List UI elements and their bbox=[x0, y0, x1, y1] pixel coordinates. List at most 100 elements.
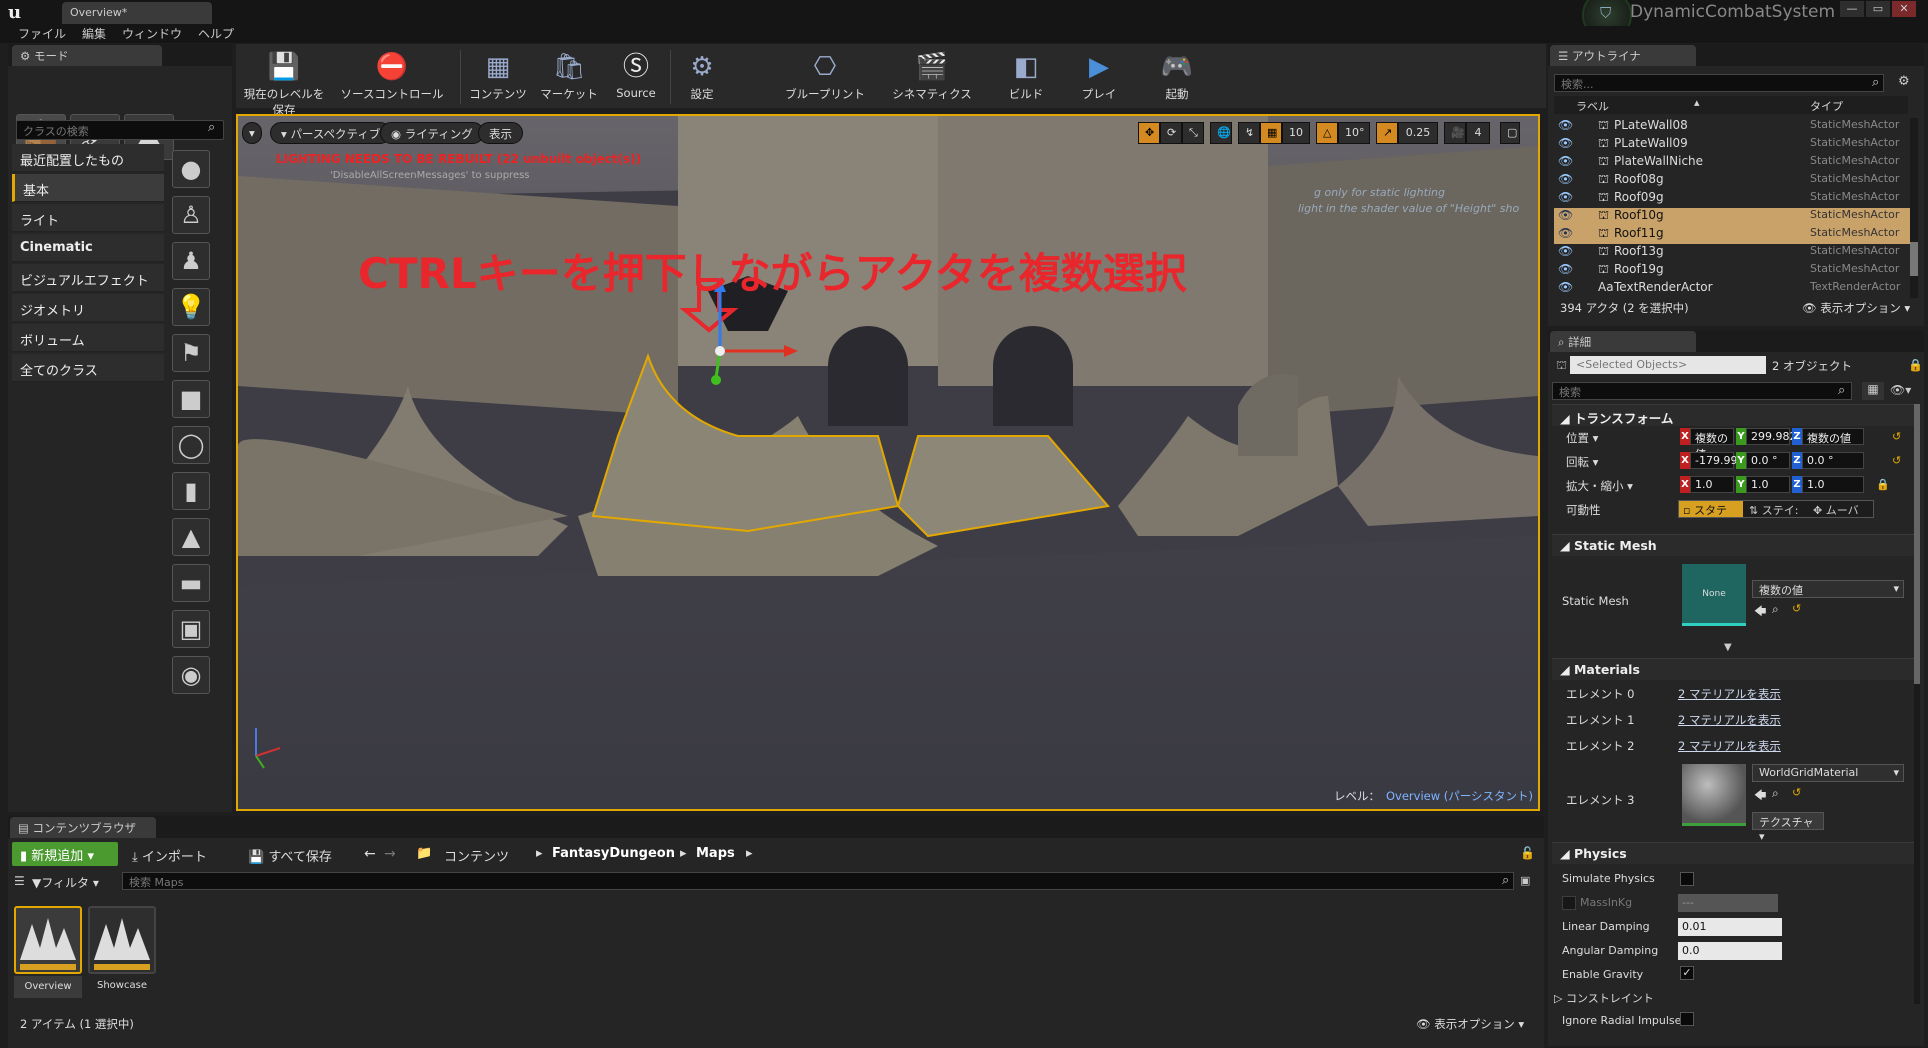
save-all-button[interactable]: 💾 すべて保存 bbox=[248, 846, 332, 865]
outliner-view-options[interactable]: 👁 表示オプション ▾ bbox=[1802, 300, 1910, 316]
blueprints-button[interactable]: ⎔ ブループリント bbox=[776, 50, 874, 106]
outliner-row[interactable]: 👁 ⛫ Roof19g StaticMeshActor bbox=[1554, 262, 1910, 280]
location-z[interactable]: 複数の値 bbox=[1802, 428, 1864, 445]
category-recent[interactable]: 最近配置したもの bbox=[12, 144, 164, 172]
location-label[interactable]: 位置 ▾ bbox=[1566, 430, 1598, 446]
category-geometry[interactable]: ジオメトリ bbox=[12, 294, 164, 322]
outliner-row-selected[interactable]: 👁 ⛫ Roof10g StaticMeshActor bbox=[1554, 208, 1910, 226]
mobility-stationary[interactable]: ⇅ ステイ: bbox=[1745, 501, 1807, 517]
breadcrumb-content[interactable]: コンテンツ bbox=[444, 846, 509, 865]
level-viewport[interactable]: ▾ ▾ パースペクティブ ◉ ライティング 表示 LIGHTING NEEDS … bbox=[236, 114, 1540, 811]
category-all-classes[interactable]: 全てのクラス bbox=[12, 354, 164, 382]
asset-overview-label[interactable]: Overview bbox=[14, 976, 82, 998]
gizmo-y-handle[interactable] bbox=[711, 375, 721, 385]
document-tab[interactable]: Overview* bbox=[62, 2, 212, 24]
translate-tool-icon[interactable]: ✥ bbox=[1138, 122, 1160, 144]
plane-icon[interactable]: ▬ bbox=[172, 564, 210, 602]
rotation-snap-value[interactable]: 10° bbox=[1338, 122, 1370, 144]
save-search-icon[interactable]: ▣ bbox=[1520, 874, 1530, 887]
column-label[interactable]: ラベル bbox=[1576, 98, 1609, 114]
asset-showcase-label[interactable]: Showcase bbox=[88, 980, 156, 991]
use-selected-icon[interactable]: 🡄 bbox=[1754, 602, 1766, 623]
empty-character-icon[interactable]: ♙ bbox=[172, 196, 210, 234]
surface-snap-icon[interactable]: ↯ bbox=[1238, 122, 1260, 144]
eye-icon[interactable]: 👁 bbox=[1558, 262, 1573, 276]
outliner-row[interactable]: 👁 ⛫ Roof08g StaticMeshActor bbox=[1554, 172, 1910, 190]
box-trigger-icon[interactable]: ▣ bbox=[172, 610, 210, 648]
back-arrow-icon[interactable]: ← bbox=[364, 846, 376, 862]
tab-outliner[interactable]: ☰ アウトライナ bbox=[1550, 45, 1696, 66]
lighting-button[interactable]: ◉ ライティング bbox=[380, 122, 484, 144]
details-scrollbar[interactable] bbox=[1914, 404, 1920, 1004]
camera-speed-value[interactable]: 4 bbox=[1466, 122, 1490, 144]
cone-icon[interactable]: ▲ bbox=[172, 518, 210, 556]
reset-icon[interactable]: ↺ bbox=[1792, 786, 1801, 799]
cube-icon[interactable]: ■ bbox=[172, 380, 210, 418]
reset-icon[interactable]: ↺ bbox=[1892, 454, 1901, 467]
tab-content-browser[interactable]: ▤ コンテンツブラウザ bbox=[10, 817, 156, 838]
import-button[interactable]: ⤓ インポート bbox=[132, 846, 207, 865]
content-view-options[interactable]: 👁 表示オプション ▾ bbox=[1416, 1016, 1524, 1032]
linear-damping-input[interactable]: 0.01 bbox=[1678, 918, 1782, 936]
enable-gravity-checkbox[interactable]: ✓ bbox=[1680, 966, 1694, 980]
breadcrumb-fantasydungeon[interactable]: FantasyDungeon bbox=[552, 846, 675, 861]
content-search-input[interactable]: 検索 Maps bbox=[122, 872, 1514, 890]
settings-button[interactable]: ⚙ 設定 bbox=[674, 50, 730, 106]
unreal-logo-icon[interactable]: u bbox=[8, 2, 30, 24]
material-thumbnail[interactable] bbox=[1682, 764, 1746, 826]
content-button[interactable]: ▦ コンテンツ bbox=[464, 50, 532, 106]
eye-icon[interactable]: 👁 bbox=[1558, 244, 1573, 258]
rotation-snap-icon[interactable]: △ bbox=[1316, 122, 1338, 144]
details-search-input[interactable]: 検索 bbox=[1552, 382, 1852, 400]
eye-icon[interactable]: 👁▾ bbox=[1890, 383, 1911, 397]
angular-damping-input[interactable]: 0.0 bbox=[1678, 942, 1782, 960]
column-type[interactable]: タイプ bbox=[1810, 98, 1843, 114]
viewport-options-dropdown[interactable]: ▾ bbox=[242, 122, 262, 144]
camera-speed-icon[interactable]: 🎥 bbox=[1444, 122, 1466, 144]
rotation-z[interactable]: 0.0 ° bbox=[1802, 452, 1864, 469]
close-button[interactable]: ✕ bbox=[1892, 1, 1916, 17]
play-button[interactable]: ▶ プレイ bbox=[1070, 50, 1128, 106]
launch-button[interactable]: 🎮 起動 bbox=[1148, 50, 1206, 106]
location-y[interactable]: 299.982 bbox=[1746, 428, 1797, 445]
transform-section[interactable]: ◢ トランスフォーム bbox=[1552, 404, 1914, 426]
cylinder-icon[interactable]: ▮ bbox=[172, 472, 210, 510]
world-space-icon[interactable]: 🌐 bbox=[1210, 122, 1232, 144]
save-level-button[interactable]: 💾 現在のレベルを保存 bbox=[242, 50, 326, 117]
scale-snap-icon[interactable]: ↗ bbox=[1376, 122, 1398, 144]
static-mesh-section[interactable]: ◢ Static Mesh bbox=[1552, 534, 1914, 556]
grid-view-icon[interactable]: ▦ bbox=[1862, 382, 1884, 400]
eye-icon[interactable]: 👁 bbox=[1558, 208, 1573, 222]
outliner-scrollbar[interactable] bbox=[1910, 118, 1918, 298]
add-new-button[interactable]: ▮ 新規追加 ▾ bbox=[12, 842, 118, 866]
use-selected-icon[interactable]: 🡄 bbox=[1754, 786, 1766, 807]
lock-icon[interactable]: 🔒 bbox=[1908, 358, 1923, 372]
source-control-button[interactable]: ⛔ ソースコントロール bbox=[332, 50, 452, 106]
mass-input[interactable]: --- bbox=[1678, 894, 1778, 912]
constraints-row[interactable]: ▷ コンストレイント bbox=[1554, 990, 1654, 1006]
static-mesh-thumbnail[interactable]: None bbox=[1682, 564, 1746, 626]
scale-snap-value[interactable]: 0.25 bbox=[1398, 122, 1438, 144]
element-0-value[interactable]: 2 マテリアルを表示 bbox=[1678, 686, 1781, 702]
outliner-row[interactable]: 👁 ⛫ Roof09g StaticMeshActor bbox=[1554, 190, 1910, 208]
physics-section[interactable]: ◢ Physics bbox=[1552, 842, 1914, 864]
eye-icon[interactable]: 👁 bbox=[1558, 136, 1573, 150]
static-mesh-picker[interactable]: 複数の値 ▾ bbox=[1752, 580, 1904, 598]
cinematics-button[interactable]: 🎬 シネマティクス bbox=[884, 50, 980, 106]
reset-icon[interactable]: ↺ bbox=[1892, 430, 1901, 443]
tab-details[interactable]: ⌕ 詳細 bbox=[1550, 331, 1696, 352]
marketplace-button[interactable]: 🛍 マーケット bbox=[534, 50, 604, 106]
category-cinematic[interactable]: Cinematic bbox=[12, 234, 164, 262]
scale-z[interactable]: 1.0 bbox=[1802, 476, 1864, 493]
settings-icon[interactable]: ⚙ bbox=[1898, 74, 1910, 89]
source-button[interactable]: Ⓢ Source bbox=[606, 50, 666, 106]
ignore-radial-checkbox[interactable] bbox=[1680, 1012, 1694, 1026]
menu-window[interactable]: ウィンドウ bbox=[114, 26, 190, 43]
outliner-row[interactable]: 👁 Aa TextRenderActor TextRenderActor bbox=[1554, 280, 1910, 298]
eye-icon[interactable]: 👁 bbox=[1558, 172, 1573, 186]
selected-objects-field[interactable]: <Selected Objects> bbox=[1570, 356, 1766, 374]
browse-icon[interactable]: ⌕ bbox=[1772, 602, 1779, 617]
location-x[interactable]: 複数の値 bbox=[1690, 428, 1734, 461]
outliner-row[interactable]: 👁 ⛫ PLateWall09 StaticMeshActor bbox=[1554, 136, 1910, 154]
lock-icon[interactable]: 🔓 bbox=[1520, 846, 1535, 860]
